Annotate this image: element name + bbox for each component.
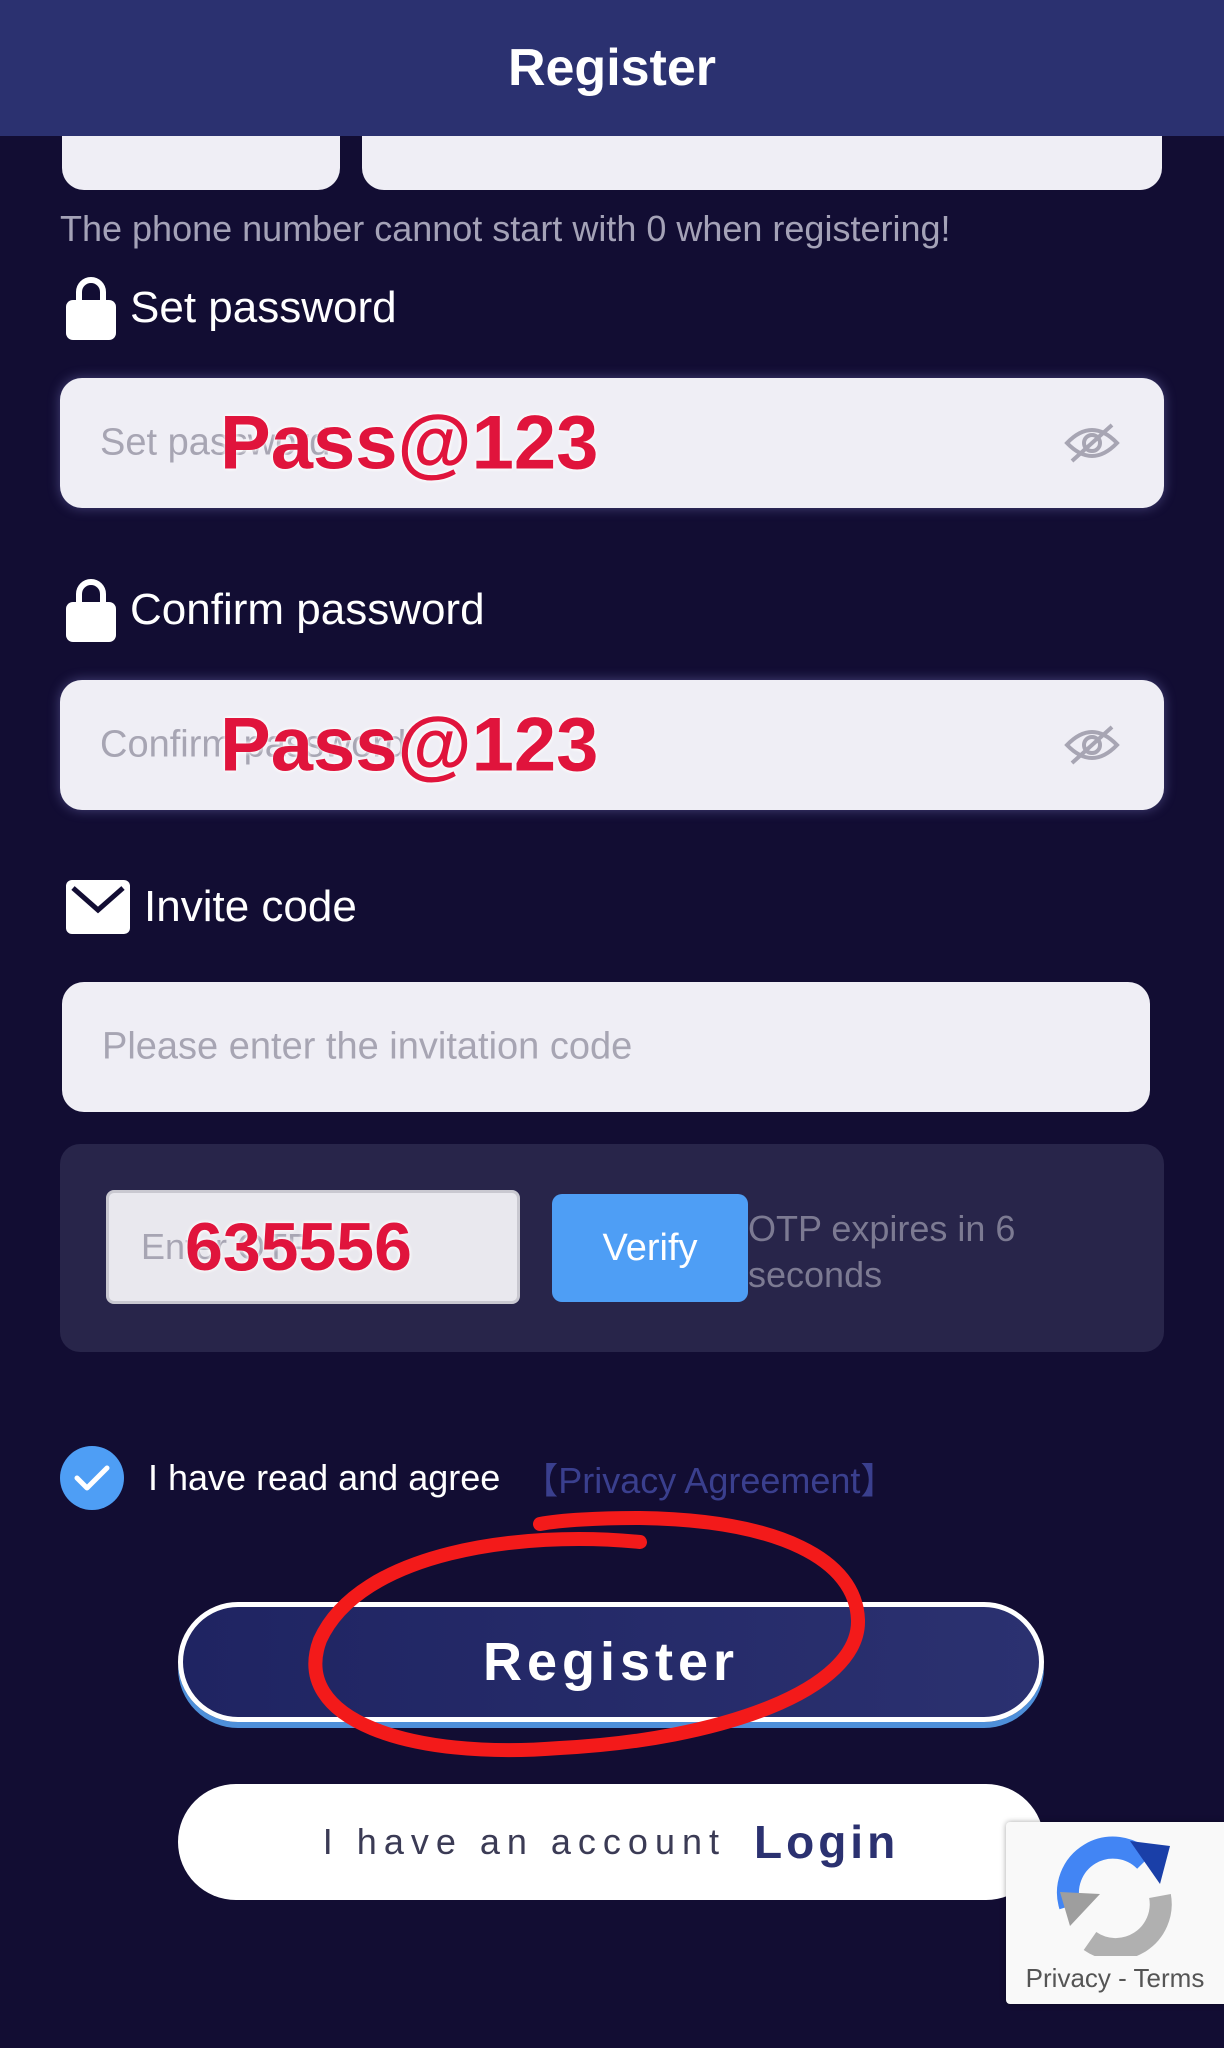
- envelope-icon: [66, 880, 130, 934]
- otp-panel: Enter OTP 635556 Verify OTP expires in 6…: [60, 1144, 1164, 1352]
- agreement-checkbox[interactable]: [60, 1446, 124, 1510]
- recaptcha-badge[interactable]: Privacy - Terms: [1006, 1822, 1224, 2004]
- otp-timer-text: OTP expires in 6 seconds: [748, 1208, 1016, 1295]
- set-password-label: Set password: [66, 276, 397, 340]
- have-account-text: I have an account: [322, 1821, 726, 1862]
- privacy-agreement-link[interactable]: 【Privacy Agreement】: [522, 1452, 896, 1504]
- agreement-row: I have read and agree 【Privacy Agreement…: [60, 1446, 896, 1510]
- otp-input[interactable]: Enter OTP 635556: [106, 1190, 520, 1304]
- register-button[interactable]: Register: [178, 1602, 1044, 1722]
- recaptcha-logo-icon: [1057, 1836, 1172, 1956]
- password-input[interactable]: Set password Pass@123: [60, 378, 1164, 508]
- login-row[interactable]: I have an account Login: [178, 1784, 1044, 1900]
- app-header: Register: [0, 0, 1224, 136]
- phone-hint: The phone number cannot start with 0 whe…: [60, 208, 951, 249]
- verify-button[interactable]: Verify: [552, 1194, 748, 1302]
- agreement-text: I have read and agree: [148, 1457, 501, 1498]
- page-title: Register: [507, 39, 717, 97]
- eye-off-icon[interactable]: [1064, 723, 1120, 767]
- check-icon: [74, 1465, 110, 1491]
- eye-off-icon[interactable]: [1064, 421, 1120, 465]
- recaptcha-privacy-terms[interactable]: Privacy - Terms: [1006, 1963, 1224, 1994]
- invite-code-input[interactable]: Please enter the invitation code: [62, 982, 1150, 1112]
- password-overlay-annotation: Pass@123: [220, 400, 599, 486]
- otp-overlay-annotation: 635556: [185, 1209, 412, 1285]
- lock-icon: [66, 277, 116, 340]
- register-button-label: Register: [482, 1632, 740, 1692]
- invite-code-label: Invite code: [66, 880, 357, 934]
- lock-icon: [66, 579, 116, 642]
- confirm-password-label: Confirm password: [66, 578, 485, 642]
- confirm-password-input[interactable]: Confirm password Pass@123: [60, 680, 1164, 810]
- login-link[interactable]: Login: [754, 1815, 899, 1869]
- confirm-password-overlay-annotation: Pass@123: [220, 702, 599, 788]
